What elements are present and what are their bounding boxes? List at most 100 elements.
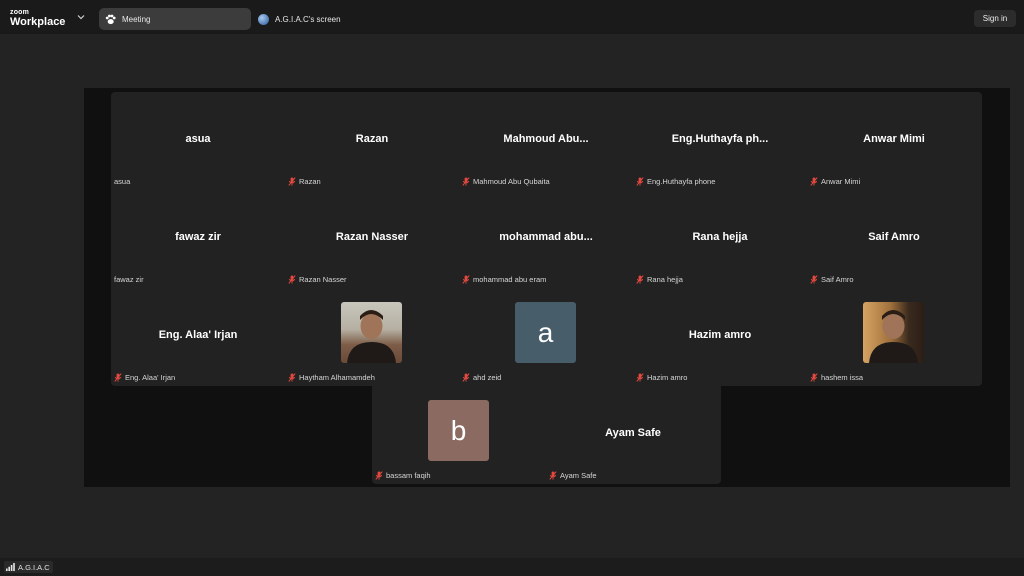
muted-mic-icon [810, 275, 818, 284]
participant-name: bassam faqih [386, 471, 431, 480]
avatar-letter: a [537, 316, 554, 348]
participant-name: Razan [299, 177, 321, 186]
muted-mic-icon [375, 471, 383, 480]
participant-name-label: ahd zeid [462, 373, 501, 382]
participant-name-label: Eng.Huthayfa phone [636, 177, 715, 186]
muted-mic-icon [810, 177, 818, 186]
participant-display-name: mohammad abu... [499, 231, 593, 243]
person-photo-icon [869, 310, 918, 363]
participant-name: Eng.Huthayfa phone [647, 177, 716, 186]
participant-tile[interactable]: Saif Amro Saif Amro [807, 190, 981, 288]
participant-name-label: Anwar Mimi [810, 177, 860, 186]
signal-bars-icon [6, 563, 15, 571]
participant-display-name: Mahmoud Abu... [503, 133, 589, 145]
sign-in-button[interactable]: Sign in [974, 10, 1016, 27]
participant-display-name: Eng. Alaa' Irjan [158, 329, 238, 341]
participant-name: Ayam Safe [560, 471, 597, 480]
participant-display-name: Rana hejja [692, 231, 748, 243]
paw-icon [105, 14, 116, 24]
globe-avatar-icon [258, 13, 269, 25]
participant-avatar: b [428, 400, 489, 461]
participant-tile[interactable]: Razan Nasser Razan Nasser [285, 190, 459, 288]
logo-line-1: zoom [10, 9, 30, 16]
participant-name-label: Razan Nasser [288, 275, 347, 284]
participant-tile[interactable]: mohammad abu... mohammad abu eram [459, 190, 633, 288]
participant-name: ahd zeid [473, 373, 502, 382]
participant-avatar: a [515, 302, 576, 363]
participant-name: Mahmoud Abu Qubaita [473, 177, 550, 186]
participant-tile[interactable]: Ayam Safe Ayam Safe [546, 386, 720, 484]
participant-name-label: Razan [288, 177, 321, 186]
participant-tile[interactable]: b bassam faqih [372, 386, 546, 484]
muted-mic-icon [636, 373, 644, 382]
participant-name: hashem issa [821, 373, 864, 382]
participant-name-label: Ayam Safe [549, 471, 597, 480]
muted-mic-icon [810, 373, 818, 382]
participant-tile[interactable]: Hazim amro Hazim amro [633, 288, 807, 386]
participant-grid-last-row: b bassam faqih Ayam Safe Ayam Safe [372, 386, 721, 484]
participant-name: Eng. Alaa' Irjan [125, 373, 176, 382]
participant-name: mohammad abu eram [473, 275, 547, 284]
participant-name-label: Rana hejja [636, 275, 683, 284]
participant-name: fawaz zir [114, 275, 144, 284]
participant-tile[interactable]: Eng. Alaa' Irjan Eng. Alaa' Irjan [111, 288, 285, 386]
participant-avatar [341, 302, 402, 363]
tab-meeting[interactable]: Meeting [99, 8, 251, 30]
participant-display-name: Saif Amro [868, 231, 920, 243]
presenter-indicator[interactable]: A.G.I.A.C [4, 561, 53, 573]
participant-display-name: Razan Nasser [335, 231, 409, 243]
participant-name-label: bassam faqih [375, 471, 431, 480]
participant-name-label: Eng. Alaa' Irjan [114, 373, 175, 382]
participant-grid: asua asua Razan Razan Mahmoud Abu... Mahmoud … [111, 92, 982, 386]
participant-name: Haytham Alhamamdeh [299, 373, 375, 382]
person-photo-icon [347, 310, 396, 363]
participant-tile[interactable]: Haytham Alhamamdeh [285, 288, 459, 386]
top-bar: zoom Workplace Meeting A.G.I.A.C's scree… [0, 0, 1024, 34]
participant-display-name: Hazim amro [688, 329, 752, 341]
tab-meeting-label: Meeting [122, 14, 151, 24]
muted-mic-icon [462, 275, 470, 284]
participant-tile[interactable]: asua asua [111, 92, 285, 190]
participant-tile[interactable]: Anwar Mimi Anwar Mimi [807, 92, 981, 190]
participant-display-name: Anwar Mimi [863, 133, 925, 145]
participant-tile[interactable]: hashem issa [807, 288, 981, 386]
participant-name-label: Haytham Alhamamdeh [288, 373, 375, 382]
participant-tile[interactable]: fawaz zir fawaz zir [111, 190, 285, 288]
bottom-bar: A.G.I.A.C [0, 558, 1024, 576]
participant-display-name: Razan [355, 133, 389, 145]
muted-mic-icon [636, 177, 644, 186]
participant-tile[interactable]: Razan Razan [285, 92, 459, 190]
participant-name-label: Mahmoud Abu Qubaita [462, 177, 550, 186]
muted-mic-icon [114, 373, 122, 382]
participant-name-label: Hazim amro [636, 373, 687, 382]
muted-mic-icon [288, 177, 296, 186]
participant-tile[interactable]: Rana hejja Rana hejja [633, 190, 807, 288]
zoom-workplace-logo[interactable]: zoom Workplace [10, 9, 65, 28]
muted-mic-icon [462, 373, 470, 382]
participant-display-name: asua [185, 133, 211, 145]
participant-tile[interactable]: Mahmoud Abu... Mahmoud Abu Qubaita [459, 92, 633, 190]
participant-name: Razan Nasser [299, 275, 347, 284]
participant-name-label: asua [114, 177, 130, 186]
participant-name: Saif Amro [821, 275, 854, 284]
participant-name: Anwar Mimi [821, 177, 861, 186]
presenter-name: A.G.I.A.C [18, 562, 50, 572]
muted-mic-icon [288, 275, 296, 284]
participant-name-label: hashem issa [810, 373, 863, 382]
participant-avatar [863, 302, 924, 363]
participant-name: asua [114, 177, 131, 186]
participant-name-label: mohammad abu eram [462, 275, 546, 284]
participant-name: Hazim amro [647, 373, 688, 382]
participant-name-label: Saif Amro [810, 275, 854, 284]
tab-shared-screen-label: A.G.I.A.C's screen [275, 14, 341, 24]
participant-tile[interactable]: Eng.Huthayfa ph... Eng.Huthayfa phone [633, 92, 807, 190]
participant-tile[interactable]: a ahd zeid [459, 288, 633, 386]
participant-display-name: fawaz zir [175, 231, 221, 243]
muted-mic-icon [549, 471, 557, 480]
tab-shared-screen[interactable]: A.G.I.A.C's screen [256, 8, 366, 30]
muted-mic-icon [462, 177, 470, 186]
chevron-down-icon[interactable] [76, 12, 86, 22]
muted-mic-icon [636, 275, 644, 284]
avatar-letter: b [450, 414, 467, 446]
logo-line-2: Workplace [10, 16, 66, 28]
